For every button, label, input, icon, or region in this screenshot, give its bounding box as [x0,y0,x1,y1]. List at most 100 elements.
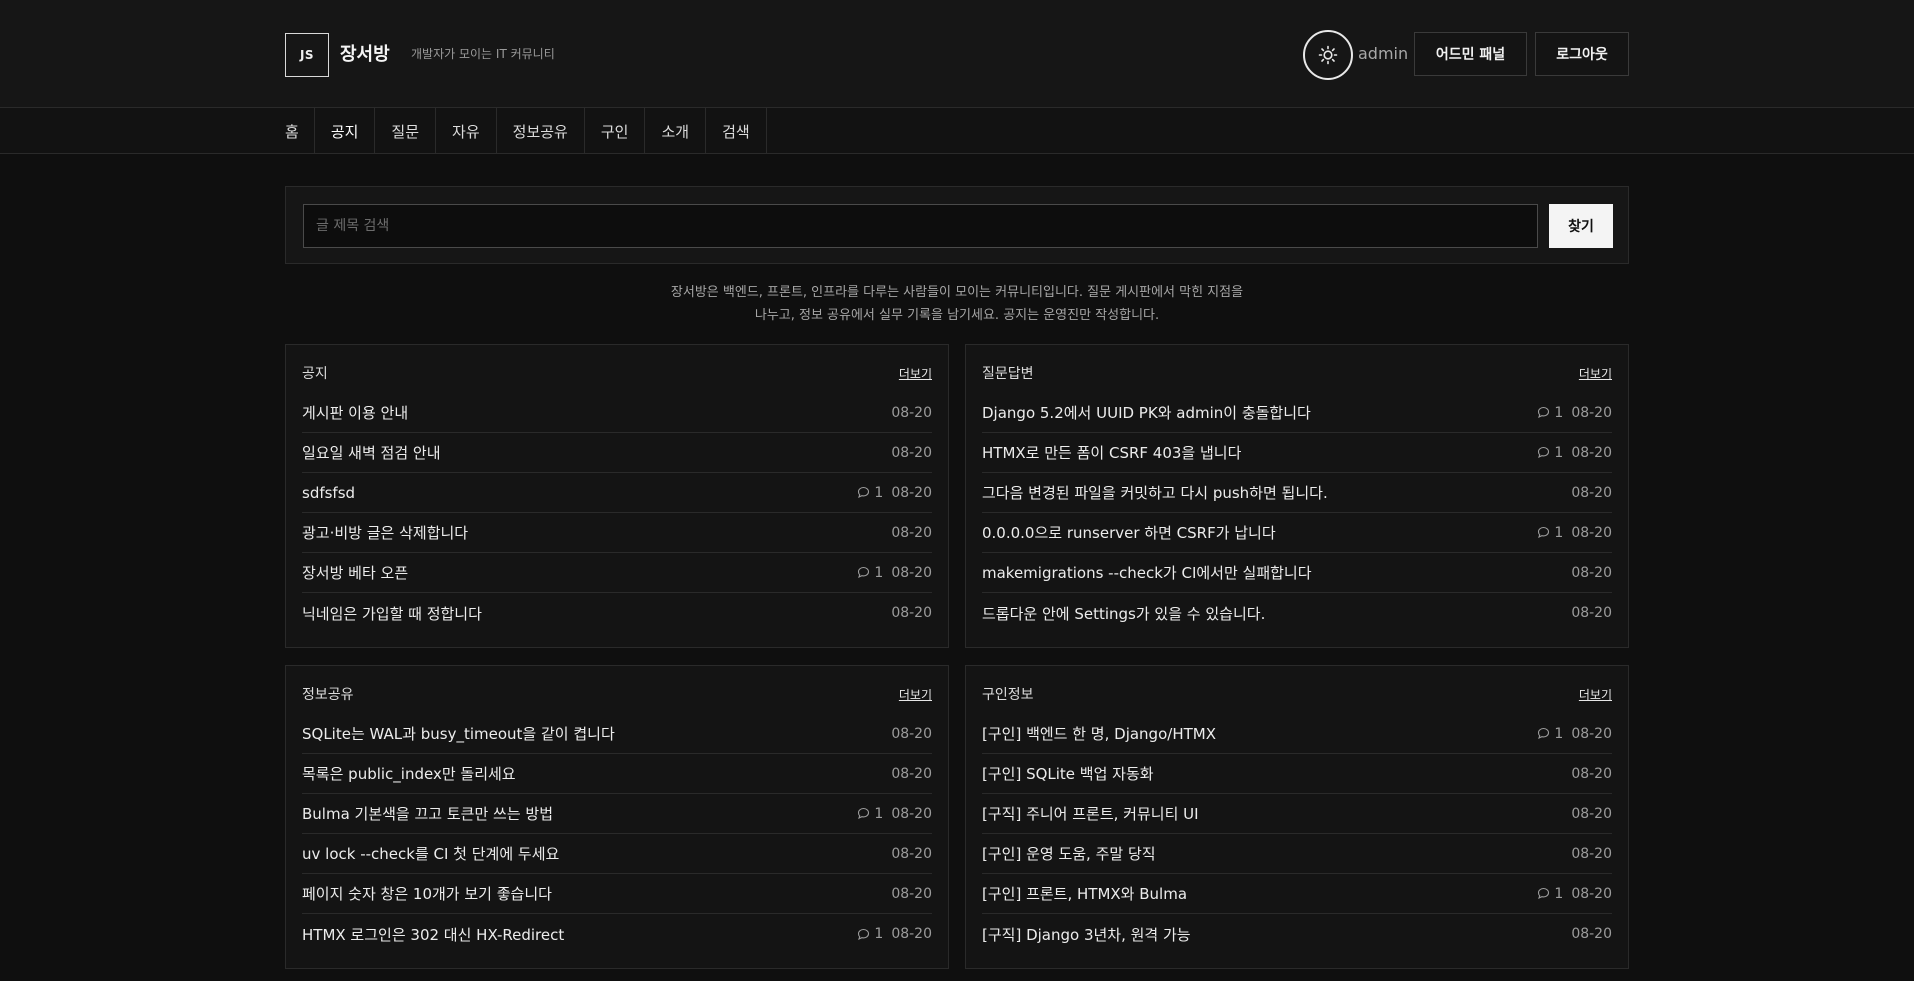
post-title[interactable]: SQLite는 WAL과 busy_timeout을 같이 켭니다 [302,723,615,744]
post-row[interactable]: [구인] 프론트, HTMX와 Bulma 1 08-20 [982,874,1612,914]
comment-count-value: 1 [1554,404,1564,421]
post-row[interactable]: [구인] 백엔드 한 명, Django/HTMX 1 08-20 [982,714,1612,754]
post-title[interactable]: Django 5.2에서 UUID PK와 admin이 충돌합니다 [982,402,1311,423]
search-input[interactable] [303,204,1538,248]
post-row[interactable]: 게시판 이용 안내 08-20 [302,393,932,433]
more-link[interactable]: 더보기 [899,365,932,382]
post-date: 08-20 [891,926,932,942]
admin-panel-button[interactable]: 어드민 패널 [1414,32,1527,76]
nav-item-free[interactable]: 자유 [436,108,497,154]
post-date: 08-20 [891,605,932,621]
post-row[interactable]: 광고·비방 글은 삭제합니다 08-20 [302,513,932,553]
post-row[interactable]: HTMX 로그인은 302 대신 HX-Redirect 1 08-20 [302,914,932,954]
main-nav: 홈 공지 질문 자유 정보공유 구인 소개 검색 [0,108,1914,154]
post-row[interactable]: [구인] SQLite 백업 자동화 08-20 [982,754,1612,794]
logout-button[interactable]: 로그아웃 [1535,32,1629,76]
post-date: 08-20 [1571,404,1612,421]
post-meta: 1 08-20 [857,485,932,501]
post-row[interactable]: sdfsfsd 1 08-20 [302,473,932,513]
post-date: 08-20 [1571,926,1612,942]
post-meta: 1 08-20 [857,926,932,942]
post-title[interactable]: HTMX로 만든 폼이 CSRF 403을 냅니다 [982,442,1241,463]
nav-item-search[interactable]: 검색 [706,108,767,154]
post-title[interactable]: [구인] 백엔드 한 명, Django/HTMX [982,723,1216,744]
comment-count: 1 [1537,886,1563,902]
comment-count-value: 1 [874,564,884,581]
comment-bubble-icon [858,566,870,579]
post-row[interactable]: 그다음 변경된 파일을 커밋하고 다시 push하면 됩니다. 08-20 [982,473,1612,513]
post-row[interactable]: 페이지 숫자 창은 10개가 보기 좋습니다 08-20 [302,874,932,914]
post-title[interactable]: 광고·비방 글은 삭제합니다 [302,522,468,543]
post-title[interactable]: [구직] Django 3년차, 원격 가능 [982,924,1191,945]
post-title[interactable]: 닉네임은 가입할 때 정합니다 [302,603,482,624]
comment-bubble-icon [1538,406,1550,419]
post-title[interactable]: Bulma 기본색을 끄고 토큰만 쓰는 방법 [302,803,553,824]
nav-item-info-share[interactable]: 정보공유 [497,108,585,154]
post-list: Django 5.2에서 UUID PK와 admin이 충돌합니다 1 08-20… [982,393,1612,633]
post-row[interactable]: SQLite는 WAL과 busy_timeout을 같이 켭니다 08-20 [302,714,932,754]
nav-item-about[interactable]: 소개 [645,108,707,154]
post-row[interactable]: 목록은 public_index만 돌리세요 08-20 [302,754,932,794]
post-meta: 08-20 [891,726,932,742]
post-title[interactable]: [구인] 프론트, HTMX와 Bulma [982,883,1187,904]
comment-count: 1 [1537,726,1563,742]
post-title[interactable]: [구직] 주니어 프론트, 커뮤니티 UI [982,803,1199,824]
post-row[interactable]: 0.0.0.0으로 runserver 하면 CSRF가 납니다 1 08-20 [982,513,1612,553]
post-row[interactable]: [구직] Django 3년차, 원격 가능 08-20 [982,914,1612,954]
post-date: 08-20 [891,524,932,541]
post-row[interactable]: Django 5.2에서 UUID PK와 admin이 충돌합니다 1 08-20 [982,393,1612,433]
nav-item-home[interactable]: 홈 [285,108,315,154]
post-row[interactable]: Bulma 기본색을 끄고 토큰만 쓰는 방법 1 08-20 [302,794,932,834]
more-link[interactable]: 더보기 [1579,365,1612,382]
post-meta: 08-20 [891,525,932,541]
post-date: 08-20 [891,805,932,822]
comment-count-value: 1 [1554,725,1564,742]
post-row[interactable]: 닉네임은 가입할 때 정합니다 08-20 [302,593,932,633]
post-row[interactable]: makemigrations --check가 CI에서만 실패합니다 08-20 [982,553,1612,593]
post-title[interactable]: 장서방 베타 오픈 [302,562,408,583]
post-title[interactable]: 일요일 새벽 점검 안내 [302,442,441,463]
theme-toggle-button[interactable] [1303,30,1353,80]
site-name[interactable]: 장서방 [340,40,390,66]
post-title[interactable]: 페이지 숫자 창은 10개가 보기 좋습니다 [302,883,552,904]
search-button[interactable]: 찾기 [1549,204,1613,248]
post-title[interactable]: uv lock --check를 CI 첫 단계에 두세요 [302,843,559,864]
post-row[interactable]: HTMX로 만든 폼이 CSRF 403을 냅니다 1 08-20 [982,433,1612,473]
post-row[interactable]: uv lock --check를 CI 첫 단계에 두세요 08-20 [302,834,932,874]
post-row[interactable]: 드롭다운 안에 Settings가 있을 수 있습니다. 08-20 [982,593,1612,633]
post-row[interactable]: [구직] 주니어 프론트, 커뮤니티 UI 08-20 [982,794,1612,834]
post-title[interactable]: [구인] 운영 도움, 주말 당직 [982,843,1156,864]
nav-item-jobs[interactable]: 구인 [585,108,646,154]
more-link[interactable]: 더보기 [1579,686,1612,703]
comment-bubble-icon [1538,727,1550,740]
post-title[interactable]: makemigrations --check가 CI에서만 실패합니다 [982,562,1312,583]
comment-bubble-icon [858,486,870,499]
post-date: 08-20 [891,725,932,742]
post-row[interactable]: 장서방 베타 오픈 1 08-20 [302,553,932,593]
post-title[interactable]: [구인] SQLite 백업 자동화 [982,763,1154,784]
post-title[interactable]: 드롭다운 안에 Settings가 있을 수 있습니다. [982,603,1265,624]
post-title[interactable]: HTMX 로그인은 302 대신 HX-Redirect [302,924,564,945]
nav-item-question[interactable]: 질문 [375,108,437,154]
post-row[interactable]: 일요일 새벽 점검 안내 08-20 [302,433,932,473]
post-title[interactable]: 목록은 public_index만 돌리세요 [302,763,516,784]
logo[interactable]: JS [285,33,329,77]
post-title[interactable]: 그다음 변경된 파일을 커밋하고 다시 push하면 됩니다. [982,482,1328,503]
username[interactable]: admin [1358,44,1408,63]
comment-bubble-icon [858,807,870,820]
comment-count: 1 [857,926,883,942]
post-title[interactable]: 게시판 이용 안내 [302,402,408,423]
nav-item-notice[interactable]: 공지 [315,108,376,154]
comment-count: 1 [857,806,883,822]
post-row[interactable]: [구인] 운영 도움, 주말 당직 08-20 [982,834,1612,874]
post-meta: 08-20 [891,445,932,461]
comment-bubble-icon [1538,446,1550,459]
post-title[interactable]: 0.0.0.0으로 runserver 하면 CSRF가 납니다 [982,522,1276,543]
comment-count: 1 [857,565,883,581]
more-link[interactable]: 더보기 [899,686,932,703]
post-list: SQLite는 WAL과 busy_timeout을 같이 켭니다 08-20 목록… [302,714,932,954]
post-meta: 08-20 [891,405,932,421]
site-tagline: 개발자가 모이는 IT 커뮤니티 [411,47,555,61]
post-date: 08-20 [891,885,932,902]
post-title[interactable]: sdfsfsd [302,484,355,502]
